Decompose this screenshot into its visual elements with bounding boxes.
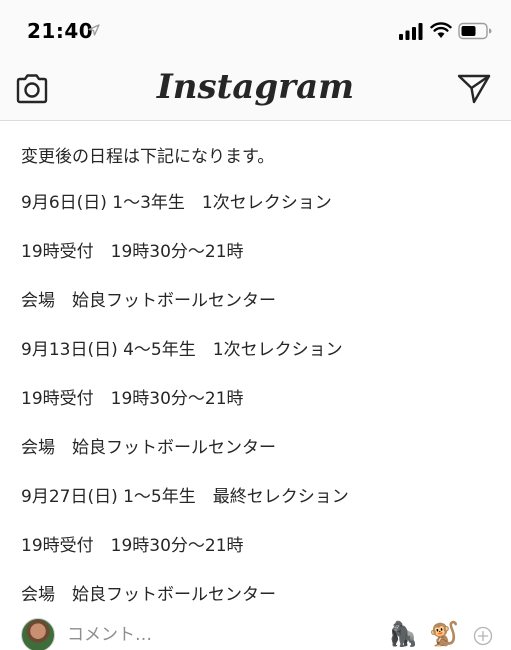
caption-line: 9月27日(日) 1〜5年生 最終セレクション bbox=[21, 487, 349, 507]
status-time: 21:40 bbox=[27, 19, 94, 43]
instagram-logo: Instagram bbox=[156, 67, 355, 107]
instagram-post-screen: 21:40 Instagram 変更後の日程は下記になります。 9月6日(日) … bbox=[0, 0, 511, 650]
cellular-signal-icon bbox=[399, 23, 423, 40]
direct-message-icon[interactable] bbox=[457, 73, 491, 105]
battery-icon bbox=[458, 22, 492, 40]
caption-line: 19時受付 19時30分〜21時 bbox=[21, 389, 244, 409]
caption-line: 9月13日(日) 4〜5年生 1次セレクション bbox=[21, 340, 343, 360]
comment-bar: 🦍 🐒 bbox=[0, 617, 511, 650]
add-circle-icon[interactable] bbox=[473, 626, 493, 646]
caption-line: 会場 姶良フットボールセンター bbox=[21, 291, 276, 311]
caption-line: 9月6日(日) 1〜3年生 1次セレクション bbox=[21, 193, 332, 213]
caption-line: 会場 姶良フットボールセンター bbox=[21, 438, 276, 458]
top-nav-bar: Instagram bbox=[0, 62, 511, 121]
post-caption: 変更後の日程は下記になります。 9月6日(日) 1〜3年生 1次セレクション 1… bbox=[0, 121, 511, 617]
caption-line: 19時受付 19時30分〜21時 bbox=[21, 242, 244, 262]
caption-line: 会場 姶良フットボールセンター bbox=[21, 585, 276, 605]
caption-line: 変更後の日程は下記になります。 bbox=[21, 147, 275, 167]
wifi-icon bbox=[430, 22, 452, 38]
gorilla-emoji-button[interactable]: 🦍 bbox=[388, 620, 418, 648]
avatar[interactable] bbox=[21, 618, 55, 650]
status-bar: 21:40 bbox=[0, 0, 511, 62]
caption-line: 19時受付 19時30分〜21時 bbox=[21, 536, 244, 556]
monkey-emoji-button[interactable]: 🐒 bbox=[429, 620, 459, 648]
comment-input[interactable] bbox=[67, 623, 367, 647]
location-arrow-icon bbox=[88, 24, 100, 36]
